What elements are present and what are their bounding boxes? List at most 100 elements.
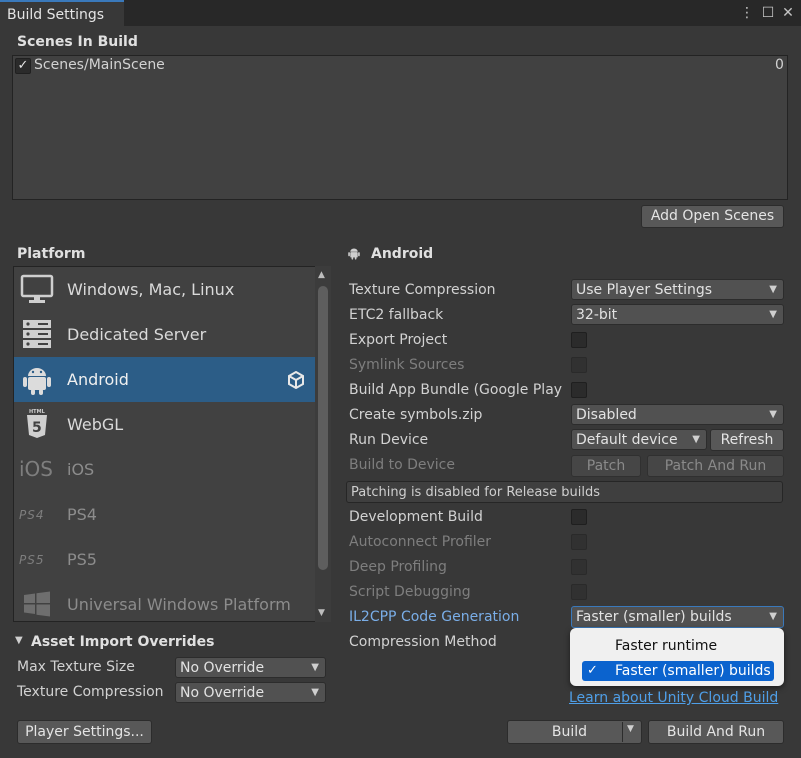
build-split-divider xyxy=(622,722,623,742)
script-debugging-checkbox[interactable] xyxy=(571,584,587,600)
deep-profiling-checkbox[interactable] xyxy=(571,559,587,575)
il2cpp-code-generation-dropdown[interactable]: Faster (smaller) builds ▼ xyxy=(571,606,784,628)
platform-label: Dedicated Server xyxy=(67,325,207,344)
chevron-down-icon: ▼ xyxy=(769,409,777,420)
ps4-icon: PS4 xyxy=(19,508,45,522)
export-project-label: Export Project xyxy=(349,332,448,348)
maximize-icon[interactable]: ☐ xyxy=(759,3,777,23)
dropdown-value: No Override xyxy=(180,685,265,701)
create-symbols-dropdown[interactable]: Disabled ▼ xyxy=(571,404,784,425)
chevron-down-icon: ▼ xyxy=(311,687,319,698)
development-build-checkbox[interactable] xyxy=(571,509,587,525)
platform-item-uwp[interactable]: Universal Windows Platform xyxy=(14,582,316,621)
popup-option-faster-runtime[interactable]: Faster runtime xyxy=(582,636,774,656)
check-icon: ✓ xyxy=(17,58,29,73)
build-app-bundle-label: Build App Bundle (Google Play xyxy=(349,382,563,398)
platform-item-android[interactable]: Android xyxy=(14,357,316,402)
asset-overrides-title[interactable]: Asset Import Overrides xyxy=(31,634,214,650)
deep-profiling-label: Deep Profiling xyxy=(349,559,447,575)
chevron-down-icon: ▼ xyxy=(692,434,700,445)
patch-and-run-button[interactable]: Patch And Run xyxy=(647,455,784,477)
server-icon xyxy=(23,320,51,348)
autoconnect-profiler-label: Autoconnect Profiler xyxy=(349,534,492,550)
android-icon xyxy=(23,368,51,395)
platform-item-dedicated-server[interactable]: Dedicated Server xyxy=(14,312,316,357)
script-debugging-label: Script Debugging xyxy=(349,584,471,600)
build-to-device-label: Build to Device xyxy=(349,457,455,473)
il2cpp-code-generation-label: IL2CPP Code Generation xyxy=(349,609,520,625)
run-device-dropdown[interactable]: Default device ▼ xyxy=(571,429,707,450)
platform-list[interactable]: Windows, Mac, Linux Dedicated Server And… xyxy=(13,266,331,622)
patch-info-box: Patching is disabled for Release builds xyxy=(346,481,783,503)
scenes-list[interactable] xyxy=(12,55,788,200)
patch-button[interactable]: Patch xyxy=(571,455,641,477)
texture-compression-label: Texture Compression xyxy=(349,282,496,298)
html5-icon: HTML 5 xyxy=(27,409,47,438)
android-settings-title: Android xyxy=(371,246,434,262)
platform-label: Universal Windows Platform xyxy=(67,595,291,614)
windows-icon xyxy=(24,591,50,617)
chevron-down-icon: ▼ xyxy=(769,309,777,320)
platform-label: iOS xyxy=(67,460,95,479)
platform-item-windows-mac-linux[interactable]: Windows, Mac, Linux xyxy=(14,267,316,312)
create-symbols-label: Create symbols.zip xyxy=(349,407,483,423)
android-header-icon xyxy=(348,248,360,260)
platform-title: Platform xyxy=(17,246,86,262)
svg-text:HTML: HTML xyxy=(29,409,46,415)
platform-item-webgl[interactable]: HTML 5 WebGL xyxy=(14,402,316,447)
ps5-icon: PS5 xyxy=(19,553,45,567)
scene-checkbox[interactable]: ✓ xyxy=(15,58,31,74)
platform-label: Windows, Mac, Linux xyxy=(67,280,235,299)
foldout-arrow-icon[interactable]: ▼ xyxy=(15,635,23,646)
build-app-bundle-checkbox[interactable] xyxy=(571,382,587,398)
etc2-fallback-dropdown[interactable]: 32-bit ▼ xyxy=(571,304,784,325)
chevron-down-icon: ▼ xyxy=(311,662,319,673)
platform-label: PS4 xyxy=(67,505,97,524)
popup-option-label: Faster (smaller) builds xyxy=(615,663,771,679)
dropdown-value: Disabled xyxy=(576,407,637,423)
chevron-down-icon: ▼ xyxy=(769,611,777,622)
compression-method-label: Compression Method xyxy=(349,634,497,650)
dropdown-value: 32-bit xyxy=(576,307,618,323)
chevron-down-icon: ▼ xyxy=(769,284,777,295)
platform-item-ps4[interactable]: PS4 PS4 xyxy=(14,492,316,537)
scene-path[interactable]: Scenes/MainScene xyxy=(34,57,165,73)
max-texture-size-dropdown[interactable]: No Override ▼ xyxy=(175,657,326,678)
check-icon: ✓ xyxy=(587,663,598,678)
run-device-label: Run Device xyxy=(349,432,429,448)
scroll-down-icon[interactable]: ▼ xyxy=(318,608,325,618)
tab-build-settings[interactable]: Build Settings xyxy=(0,0,124,27)
monitor-icon xyxy=(20,274,54,303)
svg-text:5: 5 xyxy=(32,420,42,436)
cloud-build-link[interactable]: Learn about Unity Cloud Build xyxy=(569,690,778,706)
platform-label: Android xyxy=(67,370,129,389)
scene-index: 0 xyxy=(775,57,784,73)
player-settings-button[interactable]: Player Settings... xyxy=(17,720,152,744)
symlink-sources-label: Symlink Sources xyxy=(349,357,465,373)
popup-option-faster-smaller-builds[interactable]: ✓ Faster (smaller) builds xyxy=(582,661,774,681)
ios-icon: iOS xyxy=(19,457,53,481)
popup-option-label: Faster runtime xyxy=(615,638,718,654)
platform-scroll-thumb[interactable] xyxy=(318,286,328,570)
window-menu-icon[interactable]: ⋮ xyxy=(738,3,756,23)
scroll-up-icon[interactable]: ▲ xyxy=(318,270,325,280)
refresh-button[interactable]: Refresh xyxy=(710,429,784,451)
autoconnect-profiler-checkbox[interactable] xyxy=(571,534,587,550)
build-button-label: Build xyxy=(551,724,588,740)
texture-compression-dropdown[interactable]: Use Player Settings ▼ xyxy=(571,279,784,300)
dropdown-value: No Override xyxy=(180,660,265,676)
export-project-checkbox[interactable] xyxy=(571,332,587,348)
dropdown-value: Faster (smaller) builds xyxy=(576,609,732,625)
override-texture-compression-dropdown[interactable]: No Override ▼ xyxy=(175,682,326,703)
close-icon[interactable]: ✕ xyxy=(779,3,797,23)
build-options-chevron-icon[interactable]: ▼ xyxy=(627,724,634,734)
override-texture-compression-label: Texture Compression xyxy=(17,684,164,700)
il2cpp-options-popup[interactable]: Faster runtime ✓ Faster (smaller) builds xyxy=(570,628,784,686)
symlink-sources-checkbox[interactable] xyxy=(571,357,587,373)
platform-label: PS5 xyxy=(67,550,97,569)
platform-item-ps5[interactable]: PS5 PS5 xyxy=(14,537,316,582)
unity-active-platform-icon xyxy=(288,371,304,389)
build-and-run-button[interactable]: Build And Run xyxy=(648,720,784,744)
platform-item-ios[interactable]: iOS iOS xyxy=(14,447,316,492)
add-open-scenes-button[interactable]: Add Open Scenes xyxy=(641,205,784,228)
